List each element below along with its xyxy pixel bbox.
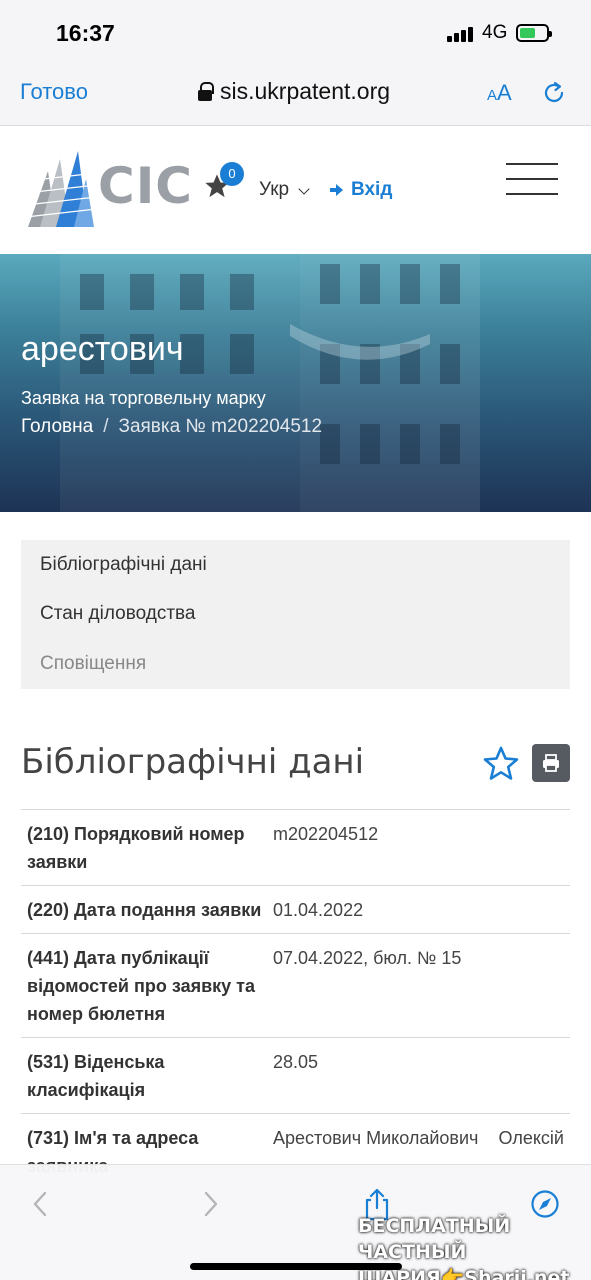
lock-icon <box>198 82 214 101</box>
page-subtitle: Заявка на торговельну марку <box>21 388 266 408</box>
field-value-extra: Олексій <box>498 1128 564 1148</box>
field-label: (210) Порядковий номер заявки <box>27 824 245 872</box>
field-value: 28.05 <box>273 1052 319 1072</box>
text-size-button[interactable]: AA <box>487 80 512 106</box>
page-title: арестович <box>21 330 184 368</box>
table-row: (220) Дата подання заявки 01.04.2022 <box>21 886 570 934</box>
field-label: (531) Віденська класифікація <box>27 1052 165 1100</box>
done-button[interactable]: Готово <box>20 79 88 105</box>
menu-icon[interactable] <box>506 163 558 195</box>
logo-text: CIC <box>98 157 193 215</box>
browser-toolbar: Готово sis.ukrpatent.org AA <box>0 62 591 126</box>
url-text: sis.ukrpatent.org <box>220 78 391 104</box>
forward-icon[interactable] <box>196 1187 226 1221</box>
favorite-star-icon[interactable] <box>482 745 520 781</box>
breadcrumb-current: Заявка № m202204512 <box>118 416 323 437</box>
signal-icon <box>447 26 475 42</box>
table-row: (531) Віденська класифікація 28.05 <box>21 1038 570 1114</box>
battery-icon <box>516 24 552 42</box>
home-indicator <box>190 1263 402 1270</box>
field-label: (220) Дата подання заявки <box>27 900 262 920</box>
field-value: m202204512 <box>273 824 379 844</box>
sign-in-icon <box>330 184 343 196</box>
reload-icon[interactable] <box>541 80 567 106</box>
language-selector[interactable]: Укр <box>259 179 289 201</box>
hero-banner: арестович Заявка на торговельну марку Го… <box>0 254 591 512</box>
breadcrumb: Головна / Заявка № m202204512 <box>21 416 322 438</box>
building-background-image <box>60 254 480 512</box>
print-button[interactable] <box>532 744 570 782</box>
table-row: (210) Порядковий номер заявки m202204512 <box>21 810 570 886</box>
address-bar[interactable]: sis.ukrpatent.org <box>198 78 390 105</box>
field-value: 07.04.2022, бюл. № 15 <box>273 948 462 968</box>
table-row: (441) Дата публікації відомостей про зая… <box>21 934 570 1038</box>
login-link[interactable]: Вхід <box>329 179 392 201</box>
field-value: 01.04.2022 <box>273 900 364 920</box>
browser-bottom-bar: БЕСПЛАТНЫЙ ЧАСТНЫЙ ШАРИЯ👉Sharij.net <box>0 1164 591 1280</box>
status-bar: 16:37 4G <box>0 0 591 62</box>
chevron-down-icon <box>298 183 310 195</box>
back-icon[interactable] <box>25 1187 55 1221</box>
login-label: Вхід <box>351 179 393 200</box>
print-icon <box>543 754 559 772</box>
nav-item-notifications[interactable]: Сповіщення <box>40 653 146 675</box>
site-header: CIC 0 Укр Вхід <box>0 127 591 254</box>
section-title: Бібліографічні дані <box>21 742 365 782</box>
favorites-count-badge: 0 <box>220 162 244 186</box>
status-time: 16:37 <box>56 20 115 46</box>
network-type: 4G <box>482 22 508 43</box>
breadcrumb-separator: / <box>103 416 109 437</box>
bibliographic-table: (210) Порядковий номер заявки m202204512… <box>21 809 570 1190</box>
nav-item-bibliographic[interactable]: Бібліографічні дані <box>40 554 207 576</box>
field-label: (441) Дата публікації відомостей про зая… <box>27 948 255 1024</box>
breadcrumb-home-link[interactable]: Головна <box>21 416 93 438</box>
section-nav: Бібліографічні дані Стан діловодства Спо… <box>21 540 570 689</box>
nav-item-proceedings[interactable]: Стан діловодства <box>40 603 196 625</box>
